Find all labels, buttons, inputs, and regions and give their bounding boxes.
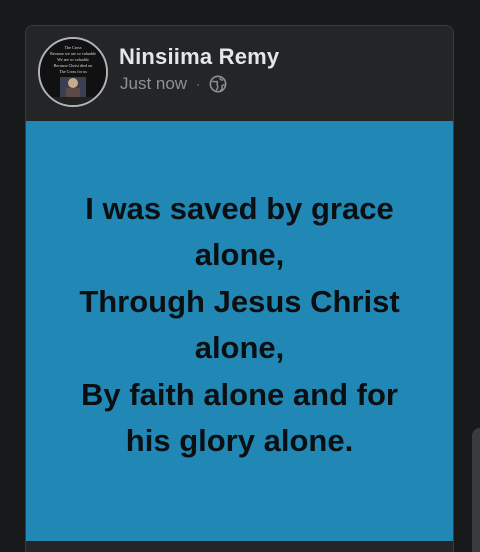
avatar-line-2: Because we are so valuable <box>50 51 96 56</box>
avatar-line-5: The Cross for us <box>59 69 87 74</box>
avatar-line-4: Because Christ died on <box>54 63 94 68</box>
post-text-line: I was saved by grace <box>85 190 394 226</box>
post-text-line: By faith alone and for <box>81 376 398 412</box>
post-text-line: alone, <box>194 330 285 365</box>
post-text-line: alone, <box>194 237 285 272</box>
avatar-line-3: We are so valuable <box>57 57 89 62</box>
post-meta: Just now · <box>120 74 227 94</box>
post-card: The Cross Because we are so valuable We … <box>25 25 454 552</box>
post-timestamp[interactable]: Just now <box>120 74 187 94</box>
post-text-line: his glory alone. <box>125 423 354 458</box>
post-text: I was saved by grace alone, Through Jesu… <box>79 186 399 465</box>
avatar-line-1: The Cross <box>64 45 81 50</box>
meta-separator: · <box>196 77 201 91</box>
avatar-image: The Cross Because we are so valuable We … <box>40 39 106 105</box>
scroll-handle[interactable] <box>472 428 480 552</box>
globe-icon[interactable] <box>209 75 227 93</box>
post-header: The Cross Because we are so valuable We … <box>26 26 453 121</box>
avatar[interactable]: The Cross Because we are so valuable We … <box>38 37 108 107</box>
author-name[interactable]: Ninsiima Remy <box>119 44 279 70</box>
screen: The Cross Because we are so valuable We … <box>0 0 480 552</box>
post-body[interactable]: I was saved by grace alone, Through Jesu… <box>26 121 453 541</box>
post-text-line: Through Jesus Christ <box>79 283 400 319</box>
